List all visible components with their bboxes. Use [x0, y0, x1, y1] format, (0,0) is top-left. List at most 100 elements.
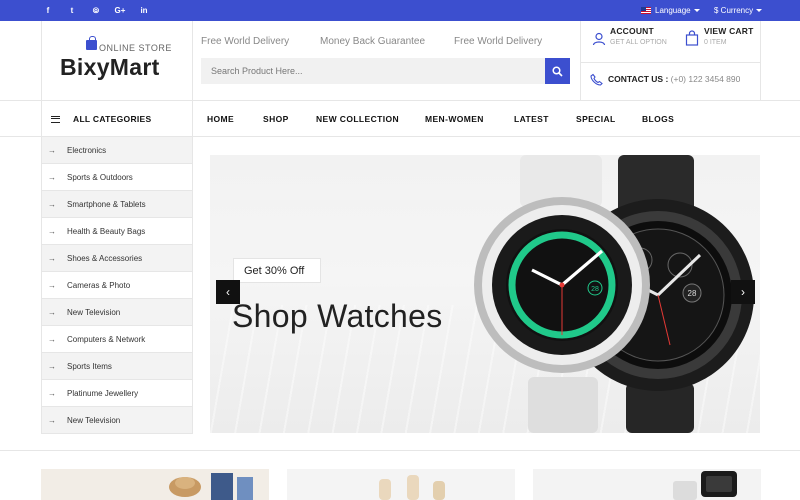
- chevron-down-icon: [756, 9, 763, 12]
- main-nav: ALL CATEGORIES HOME SHOP NEW COLLECTION …: [0, 101, 800, 137]
- currency-dropdown[interactable]: $ Currency: [714, 0, 763, 21]
- promo-banner-1[interactable]: [41, 469, 269, 500]
- slide-title[interactable]: Shop Watches: [232, 298, 443, 335]
- top-bar: f t ⦾ G+ in Language $ Currency: [0, 0, 800, 21]
- watch-date-1: 28: [591, 286, 599, 293]
- chevron-left-icon: ‹: [226, 285, 230, 299]
- category-item[interactable]: → Platinume Jewellery: [41, 380, 193, 407]
- category-item[interactable]: → Sports Items: [41, 353, 193, 380]
- google-plus-icon[interactable]: G+: [113, 0, 127, 21]
- search-input[interactable]: [201, 58, 545, 84]
- nav-latest[interactable]: LATEST: [514, 101, 549, 137]
- divider: [581, 62, 761, 63]
- category-label: Health & Beauty Bags: [67, 226, 146, 236]
- promo-banner-2[interactable]: [287, 469, 515, 500]
- twitter-icon[interactable]: t: [65, 0, 79, 21]
- search-button[interactable]: [545, 58, 570, 84]
- search-icon: [552, 65, 563, 77]
- category-label: Shoes & Accessories: [67, 253, 143, 263]
- account-title: ACCOUNT: [610, 26, 654, 36]
- language-label: Language: [655, 6, 691, 15]
- arrow-right-icon: →: [48, 199, 56, 209]
- arrow-right-icon: →: [48, 280, 56, 290]
- phone-icon: [590, 73, 603, 86]
- promo-image: [41, 469, 269, 500]
- nav-home[interactable]: HOME: [207, 101, 234, 137]
- category-label: Smartphone & Tablets: [67, 199, 146, 209]
- arrow-right-icon: →: [48, 334, 56, 344]
- slider-next-button[interactable]: ›: [731, 280, 755, 304]
- contact-label: CONTACT US :: [608, 74, 669, 84]
- chevron-down-icon: [693, 9, 700, 12]
- contact-info: CONTACT US : (+0) 122 3454 890: [608, 74, 740, 84]
- language-dropdown[interactable]: Language: [641, 0, 700, 21]
- category-item[interactable]: → Sports & Outdoors: [41, 164, 193, 191]
- category-item[interactable]: → Electronics: [41, 137, 193, 164]
- header-account-area: ACCOUNT GET ALL OPTION VIEW CART 0 ITEM …: [580, 21, 761, 100]
- promo-image: [533, 469, 761, 500]
- category-item[interactable]: → Computers & Network: [41, 326, 193, 353]
- flag-icon: [641, 7, 651, 14]
- category-item[interactable]: → Shoes & Accessories: [41, 245, 193, 272]
- chevron-right-icon: ›: [741, 285, 745, 299]
- nav-shop[interactable]: SHOP: [263, 101, 289, 137]
- account-link[interactable]: ACCOUNT GET ALL OPTION: [610, 26, 667, 46]
- promo-banner-3[interactable]: [533, 469, 761, 500]
- contact-phone[interactable]: (+0) 122 3454 890: [671, 74, 741, 84]
- category-list: → Electronics → Sports & Outdoors → Smartph…: [41, 137, 193, 434]
- currency-label: $ Currency: [714, 6, 754, 15]
- search-bar: [201, 58, 570, 84]
- category-item[interactable]: → Health & Beauty Bags: [41, 218, 193, 245]
- arrow-right-icon: →: [48, 361, 56, 371]
- category-item[interactable]: → Smartphone & Tablets: [41, 191, 193, 218]
- nav-new-collection[interactable]: NEW COLLECTION: [316, 101, 399, 137]
- shopping-bag-icon: [86, 36, 97, 50]
- all-categories-toggle[interactable]: ALL CATEGORIES: [41, 101, 193, 137]
- nav-special[interactable]: SPECIAL: [576, 101, 616, 137]
- arrow-right-icon: →: [48, 172, 56, 182]
- view-cart-link[interactable]: VIEW CART 0 ITEM: [704, 26, 754, 46]
- logo-name: BixyMart: [60, 54, 160, 80]
- cart-count: 0 ITEM: [704, 39, 727, 46]
- category-label: Sports & Outdoors: [67, 172, 133, 182]
- account-subtitle: GET ALL OPTION: [610, 39, 667, 46]
- slider-prev-button[interactable]: ‹: [216, 280, 240, 304]
- watch-date-2: 28: [688, 289, 697, 298]
- hero-slider: 28 28 Get 30% Off Shop Watches ‹ ›: [210, 155, 760, 433]
- discount-badge: Get 30% Off: [234, 259, 321, 282]
- cart-bag-icon: [685, 30, 699, 46]
- watches-image: 28 28: [474, 155, 754, 433]
- arrow-right-icon: →: [48, 415, 56, 425]
- category-label: Cameras & Photo: [67, 280, 131, 290]
- arrow-right-icon: →: [48, 307, 56, 317]
- category-label: Sports Items: [67, 361, 112, 371]
- category-label: New Television: [67, 415, 121, 425]
- menu-icon: [51, 115, 60, 123]
- cart-title: VIEW CART: [704, 26, 754, 36]
- nav-men-women[interactable]: MEN-WOMEN: [425, 101, 484, 137]
- arrow-right-icon: →: [48, 145, 56, 155]
- arrow-right-icon: →: [48, 388, 56, 398]
- promo-image: [287, 469, 515, 500]
- promo-free-delivery: Free World Delivery: [201, 36, 290, 47]
- category-item[interactable]: → Cameras & Photo: [41, 272, 193, 299]
- discount-badge-label: Get 30% Off: [244, 264, 305, 277]
- category-item[interactable]: → New Television: [41, 299, 193, 326]
- user-icon: [592, 32, 606, 46]
- logo-tagline: ONLINE STORE: [99, 43, 172, 53]
- linkedin-icon[interactable]: in: [137, 0, 151, 21]
- divider: [0, 450, 800, 451]
- category-label: New Television: [67, 307, 121, 317]
- site-header: ONLINE STORE BixyMart Free World Deliver…: [0, 21, 800, 101]
- nav-blogs[interactable]: BLOGS: [642, 101, 674, 137]
- arrow-right-icon: →: [48, 226, 56, 236]
- facebook-icon[interactable]: f: [41, 0, 55, 21]
- promo-money-back: Money Back Guarantee: [320, 36, 426, 47]
- category-label: Electronics: [67, 145, 107, 155]
- rss-icon[interactable]: ⦾: [89, 0, 103, 21]
- logo[interactable]: ONLINE STORE BixyMart: [41, 21, 193, 100]
- category-label: Computers & Network: [67, 334, 146, 344]
- promo-free-delivery-2: Free World Delivery: [454, 36, 543, 47]
- category-item[interactable]: → New Television: [41, 407, 193, 434]
- all-categories-label: ALL CATEGORIES: [73, 114, 152, 124]
